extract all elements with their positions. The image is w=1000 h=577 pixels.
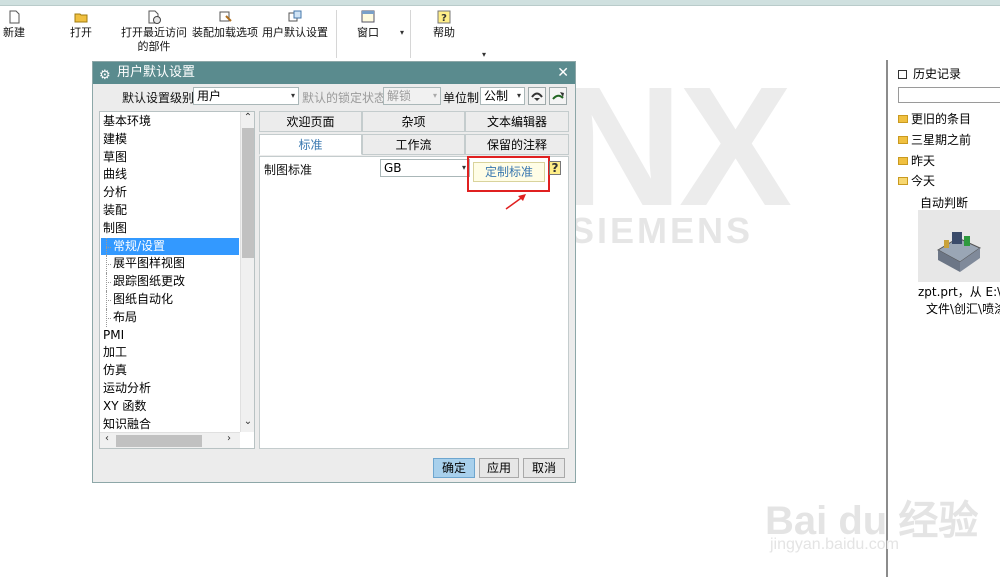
export-icon xyxy=(552,92,564,100)
level-label: 默认设置级别 xyxy=(122,91,195,105)
history-group-today[interactable]: 今天 xyxy=(898,172,935,189)
scroll-right-icon[interactable]: › xyxy=(222,433,236,444)
open-folder-icon xyxy=(74,13,88,23)
red-arrow-annotation xyxy=(505,194,526,210)
baidu-url-watermark: jingyan.baidu.com xyxy=(770,536,899,553)
scroll-thumb[interactable] xyxy=(242,128,254,258)
highlight-box xyxy=(467,156,550,192)
lock-state-select[interactable]: 解锁 ▾ xyxy=(383,87,441,105)
tree-item[interactable]: 运动分析 xyxy=(101,380,239,398)
tree-item[interactable]: 布局 xyxy=(101,308,239,327)
gear-icon: ⚙ xyxy=(99,68,111,83)
chevron-down-icon: ▾ xyxy=(516,91,521,100)
tree-item[interactable]: 知识融合 xyxy=(101,416,239,434)
tree-horizontal-scrollbar[interactable]: ‹ › xyxy=(100,432,240,448)
tree-item[interactable]: 分析 xyxy=(101,184,239,202)
open-button[interactable]: 打开 xyxy=(66,10,96,40)
import-defaults-button[interactable] xyxy=(528,87,546,105)
part-preview-image xyxy=(936,232,982,272)
panel-toggle-icon[interactable] xyxy=(898,70,907,79)
part-thumbnail[interactable] xyxy=(918,210,1000,282)
help-icon[interactable]: ? xyxy=(549,161,561,175)
history-subgroup: 自动判断 xyxy=(920,196,969,210)
new-button[interactable]: 新建 xyxy=(0,10,28,40)
tree-item[interactable]: 仿真 xyxy=(101,362,239,380)
tab-misc[interactable]: 杂项 xyxy=(362,111,465,132)
tree-item[interactable]: PMI xyxy=(101,327,239,345)
new-file-icon xyxy=(9,10,20,24)
history-group-three-weeks[interactable]: 三星期之前 xyxy=(898,131,971,148)
user-defaults-icon xyxy=(288,10,302,22)
tree-item[interactable]: 建模 xyxy=(101,131,239,149)
chevron-down-icon: ▾ xyxy=(290,91,295,100)
ribbon-separator xyxy=(336,10,337,58)
tab-retained-annotations[interactable]: 保留的注释 xyxy=(465,134,569,155)
ribbon-separator xyxy=(410,10,411,58)
siemens-watermark: SIEMENS xyxy=(570,210,754,251)
tree-item[interactable]: 制图 xyxy=(101,220,239,238)
tree-item[interactable]: 加工 xyxy=(101,344,239,362)
help-icon: ? xyxy=(437,10,451,24)
tree-item[interactable]: 草图 xyxy=(101,149,239,167)
scroll-left-icon[interactable]: ‹ xyxy=(100,433,114,444)
unit-label: 单位制 xyxy=(443,91,480,105)
tree-item[interactable]: 常规/设置 xyxy=(101,237,239,256)
scroll-up-icon[interactable]: ⌃ xyxy=(241,112,254,123)
svg-text:?: ? xyxy=(441,13,447,24)
tree-item[interactable]: 展平图样视图 xyxy=(101,255,239,273)
export-defaults-button[interactable] xyxy=(549,87,567,105)
history-search-input[interactable] xyxy=(898,87,1000,103)
dialog-title-bar[interactable]: ⚙ 用户默认设置 ✕ xyxy=(93,62,575,84)
recent-parts-icon xyxy=(148,10,161,24)
scroll-thumb[interactable] xyxy=(116,435,202,447)
history-group-yesterday[interactable]: 昨天 xyxy=(898,152,935,169)
folder-icon xyxy=(898,115,908,123)
category-tree[interactable]: 基本环境 建模 草图 曲线 分析 装配 制图 常规/设置 展平图样视图 跟踪图纸更改 图纸自动化 布局… xyxy=(99,111,255,449)
assembly-load-options-button[interactable]: 装配加载选项 xyxy=(190,10,260,40)
nx-watermark: NX xyxy=(560,52,792,242)
cancel-button[interactable]: 取消 xyxy=(523,458,565,478)
folder-open-icon xyxy=(898,177,908,185)
folder-icon xyxy=(898,136,908,144)
chevron-down-icon: ▾ xyxy=(461,163,466,172)
history-group-older[interactable]: 更旧的条目 xyxy=(898,110,971,127)
level-select[interactable]: 用户 ▾ xyxy=(193,87,299,105)
tab-text-editor[interactable]: 文本编辑器 xyxy=(465,111,569,132)
close-icon[interactable]: ✕ xyxy=(557,62,569,84)
drafting-standard-label: 制图标准 xyxy=(264,163,313,177)
window-dropdown-caret[interactable]: ▾ xyxy=(400,28,404,37)
apply-button[interactable]: 应用 xyxy=(479,458,519,478)
history-file-label[interactable]: zpt.prt，从 E:\u 文件\创汇\喷涂 xyxy=(918,284,1000,318)
scroll-down-icon[interactable]: ⌄ xyxy=(241,416,254,427)
lock-state-label: 默认的锁定状态 xyxy=(302,91,387,105)
tree-item[interactable]: 曲线 xyxy=(101,166,239,184)
tree-item[interactable]: XY 函数 xyxy=(101,398,239,416)
standard-tab-pane: 制图标准 GB ▾ 定制标准 ? xyxy=(259,156,569,449)
tree-item[interactable]: 装配 xyxy=(101,202,239,220)
ribbon-more-caret[interactable]: ▾ xyxy=(482,50,486,59)
tree-vertical-scrollbar[interactable]: ⌃ ⌄ xyxy=(240,112,254,432)
tab-standard[interactable]: 标准 xyxy=(259,134,362,155)
recent-parts-button[interactable]: 打开最近访问的部件 xyxy=(118,10,190,54)
help-button[interactable]: ? 帮助 xyxy=(428,10,460,40)
unit-select[interactable]: 公制 ▾ xyxy=(480,87,525,105)
window-button[interactable]: 窗口 xyxy=(352,10,384,40)
user-defaults-button[interactable]: 用户默认设置 xyxy=(260,10,330,40)
ribbon-toolbar: 新建 打开 打开最近访问的部件 装配加载选项 用户默认设置 窗口 ▾ ? 帮助 … xyxy=(0,6,1000,59)
tree-item[interactable]: 跟踪图纸更改 xyxy=(101,273,239,291)
chevron-down-icon: ▾ xyxy=(432,91,437,100)
tab-workflow[interactable]: 工作流 xyxy=(362,134,465,155)
tree-item[interactable]: 基本环境 xyxy=(101,113,239,131)
tree-item[interactable]: 图纸自动化 xyxy=(101,291,239,309)
import-icon xyxy=(531,92,543,101)
folder-icon xyxy=(898,157,908,165)
assembly-load-icon xyxy=(219,11,232,22)
history-title: 历史记录 xyxy=(898,65,961,82)
drafting-standard-select[interactable]: GB ▾ xyxy=(380,159,470,177)
ok-button[interactable]: 确定 xyxy=(433,458,475,478)
user-defaults-dialog: ⚙ 用户默认设置 ✕ 默认设置级别 用户 ▾ 默认的锁定状态 解锁 ▾ 单位制 … xyxy=(92,61,576,483)
dialog-title: 用户默认设置 xyxy=(117,65,196,80)
window-icon xyxy=(361,10,375,23)
tab-welcome[interactable]: 欢迎页面 xyxy=(259,111,362,132)
